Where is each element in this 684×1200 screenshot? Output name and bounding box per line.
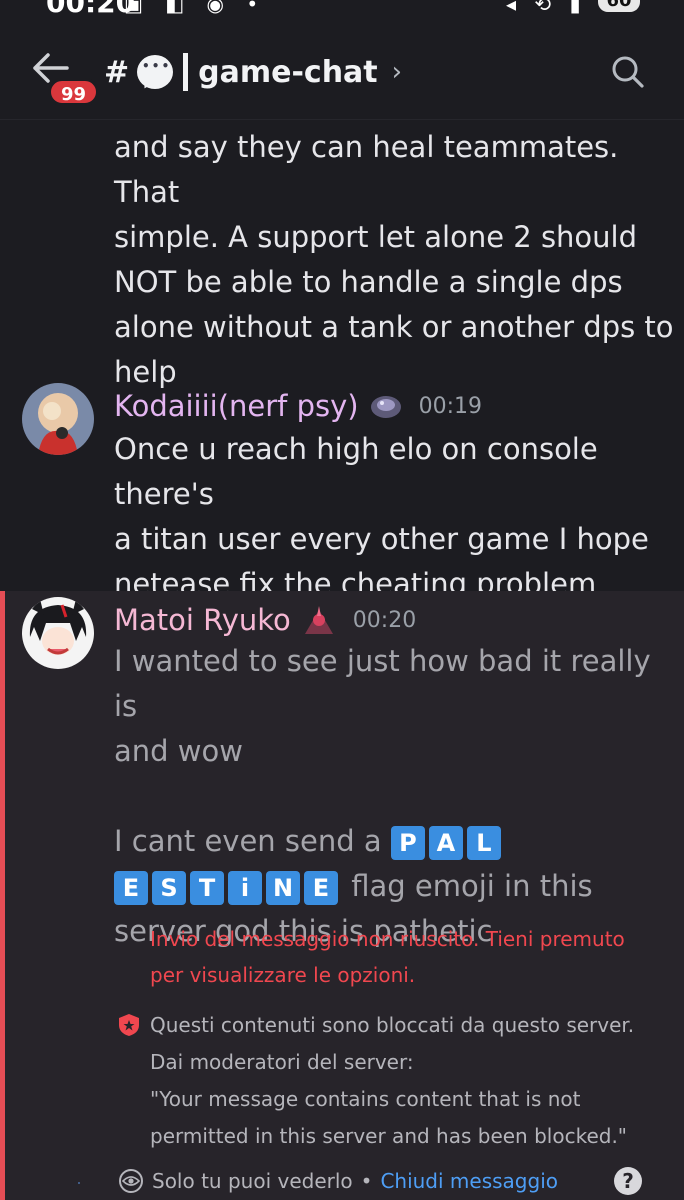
message-continuation[interactable]: and say they can heal teammates. That si… bbox=[114, 125, 674, 395]
separator-dot: • bbox=[360, 1169, 373, 1193]
message-line: ESTiNE flag emoji in this bbox=[114, 864, 674, 909]
letter-emoji-tile: P bbox=[390, 826, 425, 860]
failed-indicator-bar bbox=[0, 591, 5, 1200]
failed-line: Invio del messaggio non riuscito. Tieni … bbox=[150, 927, 625, 951]
blocked-line: "Your message contains content that is n… bbox=[150, 1087, 581, 1111]
letter-emoji-tile: E bbox=[114, 871, 148, 905]
message-kodai[interactable]: Kodaiiii(nerf psy) 00:19 Once u reach hi… bbox=[0, 383, 684, 646]
letter-emoji-tile: L bbox=[466, 826, 501, 860]
message-line: a titan user every other game I hope bbox=[114, 522, 649, 556]
dot-marker bbox=[78, 1182, 80, 1184]
status-bar: 00:20 ▣ ◧ ◉ • ◂ ⟲ ▮ 60 bbox=[0, 0, 684, 20]
message-line: alone without a tank or another dps to bbox=[114, 310, 674, 344]
message-line: simple. A support let alone 2 should bbox=[114, 220, 638, 254]
dismiss-message-link[interactable]: Chiudi messaggio bbox=[380, 1169, 558, 1193]
letter-emoji-tile: T bbox=[190, 871, 224, 905]
unread-badge: 99 bbox=[48, 78, 100, 106]
status-time: 00:20 bbox=[46, 0, 136, 19]
message-text: flag emoji in this bbox=[351, 869, 593, 903]
blocked-line: Dai moderatori del server: bbox=[150, 1050, 414, 1074]
battery-indicator: 60 bbox=[598, 0, 640, 12]
channel-name: game-chat bbox=[198, 54, 378, 90]
channel-title[interactable]: # game-chat › bbox=[104, 50, 402, 94]
user-avatar-image bbox=[22, 597, 94, 669]
message-line: and wow bbox=[114, 734, 243, 768]
timestamp: 00:19 bbox=[418, 393, 483, 419]
role-badge-icon bbox=[370, 396, 401, 418]
message-body: I wanted to see just how bad it really i… bbox=[114, 639, 674, 954]
message-failed[interactable]: Matoi Ryuko 00:20 I wanted to see just h… bbox=[0, 591, 684, 1200]
signal-icons: ◂ ⟲ ▮ bbox=[506, 0, 587, 16]
timestamp: 00:20 bbox=[352, 607, 417, 633]
avatar[interactable] bbox=[22, 383, 94, 455]
letter-emoji-tile: N bbox=[266, 871, 300, 905]
hash-icon: # bbox=[104, 54, 130, 90]
author-line: Matoi Ryuko 00:20 bbox=[114, 603, 416, 637]
message-list[interactable]: and say they can heal teammates. That si… bbox=[0, 121, 684, 1200]
role-badge-icon bbox=[304, 606, 333, 634]
divider-bar bbox=[183, 53, 189, 91]
message-line: and say they can heal teammates. That bbox=[114, 130, 619, 209]
shield-icon bbox=[119, 1014, 139, 1036]
visibility-footer: Solo tu puoi vederlo • Chiudi messaggio bbox=[118, 1165, 678, 1197]
author-line: Kodaiiii(nerf psy) 00:19 bbox=[114, 389, 482, 423]
send-failed-notice[interactable]: Invio del messaggio non riuscito. Tieni … bbox=[150, 921, 670, 993]
failed-line: per visualizzare le opzioni. bbox=[150, 963, 416, 987]
channel-header: 99 # game-chat › bbox=[0, 20, 684, 120]
search-button[interactable] bbox=[610, 54, 646, 90]
visibility-text: Solo tu puoi vederlo bbox=[152, 1169, 353, 1193]
speech-bubble-icon bbox=[137, 55, 174, 92]
blocked-line: Questi contenuti sono bloccati da questo… bbox=[150, 1013, 635, 1037]
chevron-right-icon: › bbox=[391, 57, 403, 87]
letter-emoji-tile: A bbox=[428, 826, 463, 860]
avatar[interactable] bbox=[22, 597, 94, 669]
message-line: Once u reach high elo on console there's bbox=[114, 432, 598, 511]
message-line: NOT be able to handle a single dps bbox=[114, 265, 623, 299]
message-line: I wanted to see just how bad it really i… bbox=[114, 644, 651, 723]
letter-emoji-tile: i bbox=[228, 871, 262, 905]
author-name[interactable]: Kodaiiii(nerf psy) bbox=[114, 389, 359, 423]
eye-icon bbox=[119, 1169, 143, 1193]
author-name[interactable]: Matoi Ryuko bbox=[114, 603, 291, 637]
letter-emoji-tile: S bbox=[152, 871, 186, 905]
search-icon bbox=[612, 56, 644, 88]
message-text: I cant even send a bbox=[114, 824, 382, 858]
help-button[interactable]: ? bbox=[614, 1167, 642, 1195]
blocked-text: Questi contenuti sono bloccati da questo… bbox=[150, 1007, 670, 1155]
notification-icons: ▣ ◧ ◉ • bbox=[124, 0, 267, 16]
message-line: I cant even send a PAL bbox=[114, 819, 674, 864]
letter-emoji-tile: E bbox=[304, 871, 338, 905]
blocked-line: permitted in this server and has been bl… bbox=[150, 1124, 628, 1148]
user-avatar-image bbox=[22, 383, 94, 455]
